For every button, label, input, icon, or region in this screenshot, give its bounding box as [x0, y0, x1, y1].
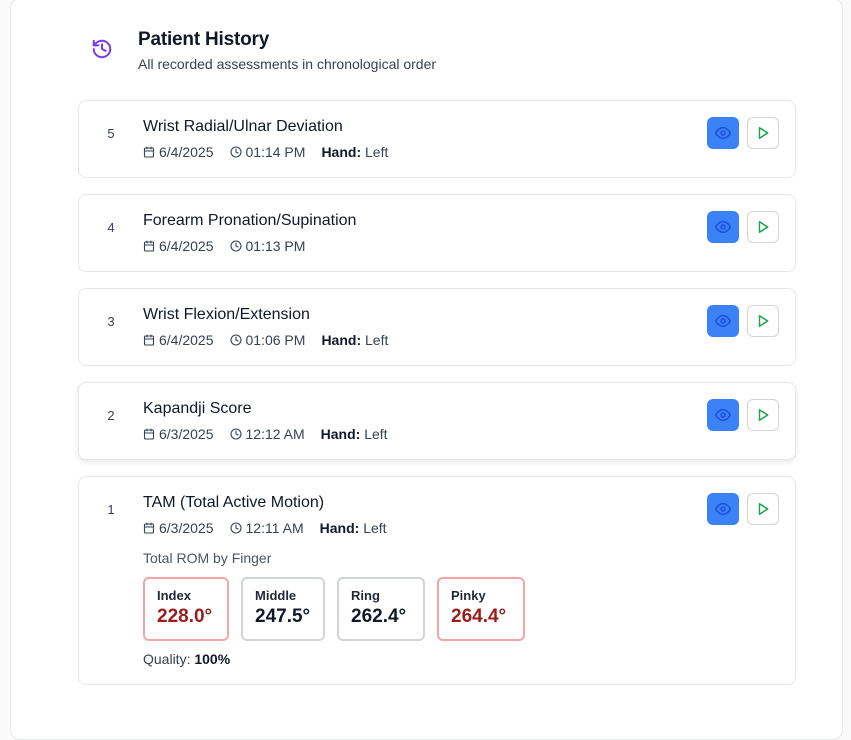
eye-icon [715, 408, 731, 422]
view-button[interactable] [707, 211, 739, 243]
calendar-icon [143, 522, 155, 534]
assessment-meta: 6/4/2025 01:06 PM Hand: Left [143, 332, 388, 348]
hand-value: Left [365, 332, 389, 348]
assessment-time: 01:14 PM [245, 144, 306, 160]
calendar-icon [143, 240, 155, 252]
assessment-number: 3 [107, 314, 115, 329]
assessment-meta: 6/4/2025 01:13 PM [143, 238, 305, 254]
hand-label: Hand: [321, 144, 362, 160]
hand-value: Left [363, 520, 387, 536]
finger-name: Index [157, 588, 191, 603]
play-icon [758, 127, 769, 139]
assessment-meta: 6/3/2025 12:12 AM Hand: Left [143, 426, 388, 442]
page-title: Patient History [138, 29, 270, 50]
view-button[interactable] [707, 399, 739, 431]
finger-name: Middle [255, 588, 297, 603]
hand-label: Hand: [320, 426, 361, 442]
finger-rom-tile-middle: Middle 247.5° [241, 577, 325, 641]
clock-icon [229, 522, 242, 534]
replay-button[interactable] [747, 493, 779, 525]
clock-icon [229, 334, 242, 346]
assessment-date: 6/3/2025 [159, 520, 214, 536]
assessment-meta: 6/4/2025 01:14 PM Hand: Left [143, 144, 388, 160]
assessment-title: TAM (Total Active Motion) [143, 494, 325, 511]
play-icon [758, 503, 769, 515]
assessment-number: 4 [107, 220, 115, 235]
page-subtitle: All recorded assessments in chronologica… [138, 56, 437, 72]
assessment-date: 6/4/2025 [159, 144, 214, 160]
clock-icon [229, 146, 242, 158]
quality-indicator: Quality: 100% [143, 651, 230, 667]
finger-rom-value: 228.0° [157, 606, 213, 627]
assessment-meta: 6/3/2025 12:11 AM Hand: Left [143, 520, 387, 536]
quality-label: Quality: [143, 651, 191, 667]
finger-name: Ring [351, 588, 380, 603]
replay-button[interactable] [747, 117, 779, 149]
assessment-number: 2 [107, 408, 115, 423]
assessment-card[interactable]: 5 Wrist Radial/Ulnar Deviation 6/4/2025 … [78, 100, 796, 178]
assessment-card[interactable]: 2 Kapandji Score 6/3/2025 12:12 AM Hand:… [78, 382, 796, 460]
calendar-icon [143, 428, 155, 440]
assessment-title: Forearm Pronation/Supination [143, 212, 357, 229]
eye-icon [715, 314, 731, 328]
finger-rom-value: 262.4° [351, 606, 407, 627]
finger-name: Pinky [451, 588, 486, 603]
play-icon [758, 221, 769, 233]
assessment-time: 01:13 PM [245, 238, 306, 254]
history-icon [92, 39, 112, 59]
clock-icon [229, 428, 242, 440]
assessment-time: 12:12 AM [245, 426, 305, 442]
patient-history-panel: Patient History All recorded assessments… [10, 0, 843, 740]
assessment-time: 01:06 PM [245, 332, 306, 348]
assessment-card[interactable]: 3 Wrist Flexion/Extension 6/4/2025 01:06… [78, 288, 796, 366]
assessment-date: 6/3/2025 [159, 426, 214, 442]
hand-value: Left [364, 426, 388, 442]
calendar-icon [143, 146, 155, 158]
replay-button[interactable] [747, 211, 779, 243]
replay-button[interactable] [747, 399, 779, 431]
assessment-number: 1 [107, 502, 115, 517]
finger-rom-value: 264.4° [451, 606, 507, 627]
assessment-date: 6/4/2025 [159, 332, 214, 348]
eye-icon [715, 126, 731, 140]
play-icon [758, 315, 769, 327]
assessment-date: 6/4/2025 [159, 238, 214, 254]
hand-label: Hand: [319, 520, 360, 536]
quality-value: 100% [194, 651, 231, 667]
assessment-title: Wrist Flexion/Extension [143, 306, 310, 323]
finger-rom-value: 247.5° [255, 606, 311, 627]
assessment-card[interactable]: 1 TAM (Total Active Motion) 6/3/2025 12:… [78, 476, 796, 685]
assessment-title: Wrist Radial/Ulnar Deviation [143, 118, 343, 135]
assessment-title: Kapandji Score [143, 400, 252, 417]
replay-button[interactable] [747, 305, 779, 337]
rom-section-label: Total ROM by Finger [143, 550, 272, 566]
eye-icon [715, 502, 731, 516]
finger-rom-tile-index: Index 228.0° [143, 577, 229, 641]
view-button[interactable] [707, 493, 739, 525]
view-button[interactable] [707, 117, 739, 149]
hand-label: Hand: [321, 332, 362, 348]
assessment-time: 12:11 AM [245, 520, 304, 536]
finger-rom-tile-ring: Ring 262.4° [337, 577, 425, 641]
view-button[interactable] [707, 305, 739, 337]
assessment-number: 5 [107, 126, 115, 141]
play-icon [758, 409, 769, 421]
clock-icon [229, 240, 242, 252]
hand-value: Left [365, 144, 389, 160]
eye-icon [715, 220, 731, 234]
finger-rom-tile-pinky: Pinky 264.4° [437, 577, 525, 641]
assessment-card[interactable]: 4 Forearm Pronation/Supination 6/4/2025 … [78, 194, 796, 272]
calendar-icon [143, 334, 155, 346]
